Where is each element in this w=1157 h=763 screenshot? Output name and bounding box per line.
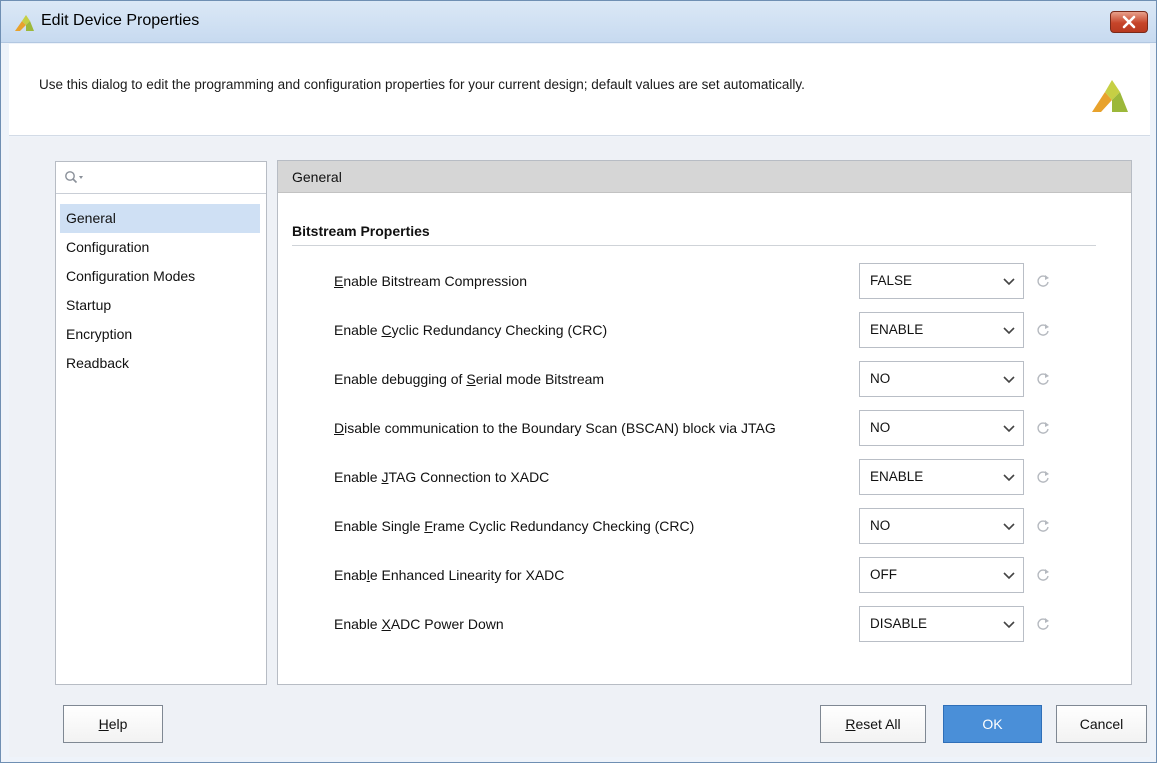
chevron-down-icon xyxy=(1003,327,1015,335)
reset-icon[interactable] xyxy=(1036,274,1050,288)
property-label: Enable Cyclic Redundancy Checking (CRC) xyxy=(334,322,608,338)
dialog-header: Use this dialog to edit the programming … xyxy=(9,44,1150,136)
reset-icon[interactable] xyxy=(1036,519,1050,533)
reset-icon[interactable] xyxy=(1036,568,1050,582)
property-row-xadc-power-down: Enable XADC Power Down DISABLE xyxy=(278,606,1131,642)
reset-icon[interactable] xyxy=(1036,470,1050,484)
reset-icon[interactable] xyxy=(1036,421,1050,435)
cancel-button[interactable]: Cancel xyxy=(1056,705,1147,743)
property-dropdown[interactable]: OFF xyxy=(859,557,1024,593)
reset-all-button[interactable]: Reset All xyxy=(820,705,926,743)
property-label: Enable Enhanced Linearity for XADC xyxy=(334,567,565,583)
chevron-down-icon xyxy=(1003,376,1015,384)
property-dropdown[interactable]: NO xyxy=(859,508,1024,544)
property-row-disable-bscan: Disable communication to the Boundary Sc… xyxy=(278,410,1131,446)
chevron-down-icon xyxy=(1003,523,1015,531)
section-title: Bitstream Properties xyxy=(292,223,430,239)
property-row-single-frame-crc: Enable Single Frame Cyclic Redundancy Ch… xyxy=(278,508,1131,544)
property-dropdown[interactable]: NO xyxy=(859,361,1024,397)
search-box[interactable] xyxy=(56,162,266,194)
property-dropdown[interactable]: ENABLE xyxy=(859,459,1024,495)
properties-panel: General Bitstream Properties Enable Bits… xyxy=(277,160,1132,685)
search-icon xyxy=(65,171,83,184)
category-item-encryption[interactable]: Encryption xyxy=(60,320,260,349)
ok-button[interactable]: OK xyxy=(943,705,1042,743)
property-label: Enable XADC Power Down xyxy=(334,616,504,632)
property-label: Enable Single Frame Cyclic Redundancy Ch… xyxy=(334,518,695,534)
section-divider xyxy=(292,245,1096,246)
chevron-down-icon xyxy=(1003,474,1015,482)
xilinx-logo-icon xyxy=(15,15,34,31)
property-row-enhanced-linearity: Enable Enhanced Linearity for XADC OFF xyxy=(278,557,1131,593)
category-item-startup[interactable]: Startup xyxy=(60,291,260,320)
property-label: Enable Bitstream Compression xyxy=(334,273,527,289)
property-label: Disable communication to the Boundary Sc… xyxy=(334,420,776,436)
category-list: General Configuration Configuration Mode… xyxy=(60,204,260,378)
help-button[interactable]: Help xyxy=(63,705,163,743)
property-row-bitstream-compression: Enable Bitstream Compression FALSE xyxy=(278,263,1131,299)
dialog-description: Use this dialog to edit the programming … xyxy=(39,77,805,92)
close-icon xyxy=(1122,15,1136,29)
close-button[interactable] xyxy=(1110,11,1148,33)
xilinx-logo-icon xyxy=(1092,80,1128,112)
category-item-configuration-modes[interactable]: Configuration Modes xyxy=(60,262,260,291)
chevron-down-icon xyxy=(1003,425,1015,433)
property-label: Enable JTAG Connection to XADC xyxy=(334,469,550,485)
reset-icon[interactable] xyxy=(1036,323,1050,337)
property-dropdown[interactable]: NO xyxy=(859,410,1024,446)
category-item-configuration[interactable]: Configuration xyxy=(60,233,260,262)
window-title: Edit Device Properties xyxy=(41,12,200,29)
reset-icon[interactable] xyxy=(1036,617,1050,631)
reset-icon[interactable] xyxy=(1036,372,1050,386)
category-item-general[interactable]: General xyxy=(60,204,260,233)
panel-title: General xyxy=(278,161,1131,193)
property-dropdown[interactable]: ENABLE xyxy=(859,312,1024,348)
dialog-content: General Configuration Configuration Mode… xyxy=(9,137,1150,757)
property-row-jtag-xadc: Enable JTAG Connection to XADC ENABLE xyxy=(278,459,1131,495)
property-dropdown[interactable]: DISABLE xyxy=(859,606,1024,642)
search-input[interactable] xyxy=(86,166,258,190)
property-row-serial-debug: Enable debugging of Serial mode Bitstrea… xyxy=(278,361,1131,397)
chevron-down-icon xyxy=(1003,572,1015,580)
category-item-readback[interactable]: Readback xyxy=(60,349,260,378)
category-panel: General Configuration Configuration Mode… xyxy=(55,161,267,685)
chevron-down-icon xyxy=(1003,278,1015,286)
chevron-down-icon xyxy=(1003,621,1015,629)
title-bar[interactable]: Edit Device Properties xyxy=(1,1,1156,43)
property-dropdown[interactable]: FALSE xyxy=(859,263,1024,299)
property-label: Enable debugging of Serial mode Bitstrea… xyxy=(334,371,605,387)
property-row-crc: Enable Cyclic Redundancy Checking (CRC) … xyxy=(278,312,1131,348)
dialog-window: Edit Device Properties Use this dialog t… xyxy=(0,0,1157,763)
